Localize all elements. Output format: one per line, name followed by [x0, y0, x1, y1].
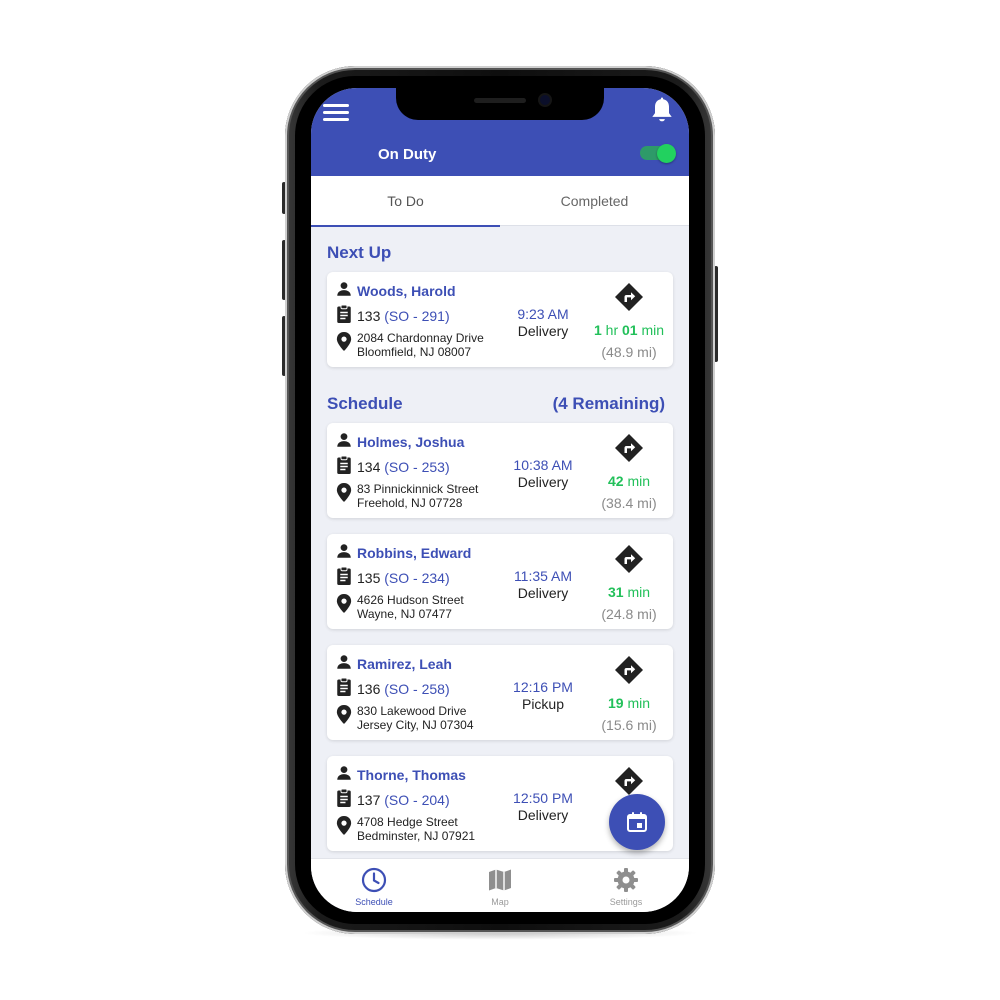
eta: 31 min [607, 584, 651, 600]
directions-icon[interactable] [614, 544, 644, 574]
sales-order-link[interactable]: (SO - 253) [384, 459, 449, 475]
directions-icon[interactable] [614, 282, 644, 312]
order-number: 135 (SO - 234) [357, 570, 450, 586]
gear-icon [614, 868, 638, 892]
location-pin-icon [336, 705, 352, 724]
speaker-grille [474, 98, 526, 103]
map-icon [489, 869, 511, 891]
schedule-title: Schedule [327, 394, 403, 413]
bottom-nav: Schedule Map Settings [311, 858, 689, 912]
tab-to-do-label: To Do [387, 193, 424, 209]
location-pin-icon [336, 332, 352, 351]
address-line1: 4708 Hedge Street [357, 815, 458, 829]
location-pin-icon [336, 816, 352, 835]
directions-icon[interactable] [614, 433, 644, 463]
clipboard-icon [337, 566, 351, 585]
directions-icon[interactable] [614, 766, 644, 796]
appointment-time: 12:50 PM [513, 790, 573, 806]
order-number: 134 (SO - 253) [357, 459, 450, 475]
appointment-type: Pickup [521, 696, 565, 712]
appointment-time: 9:23 AM [517, 306, 569, 322]
order-number: 136 (SO - 258) [357, 681, 450, 697]
schedule-card[interactable]: Ramirez, Leah 136 (SO - 258) 830 Lakewoo… [327, 645, 673, 740]
schedule-card[interactable]: Robbins, Edward 135 (SO - 234) 4626 Huds… [327, 534, 673, 629]
distance: (24.8 mi) [601, 606, 657, 622]
clipboard-icon [337, 304, 351, 323]
appointment-time: 11:35 AM [513, 568, 573, 584]
location-pin-icon [336, 594, 352, 613]
distance: (15.6 mi) [601, 717, 657, 733]
device-notch [396, 88, 604, 120]
address-line1: 83 Pinnickinnick Street [357, 482, 479, 496]
sales-order-link[interactable]: (SO - 204) [384, 792, 449, 808]
sales-order-link[interactable]: (SO - 291) [384, 308, 449, 324]
sales-order-link[interactable]: (SO - 234) [384, 570, 449, 586]
distance: (48.9 mi) [601, 344, 657, 360]
person-icon [337, 655, 351, 669]
address-line2: Bloomfield, NJ 08007 [357, 345, 472, 359]
address-line1: 830 Lakewood Drive [357, 704, 467, 718]
person-icon [337, 766, 351, 780]
hamburger-menu-icon[interactable] [323, 102, 349, 122]
address-line1: 4626 Hudson Street [357, 593, 464, 607]
tab-bar: To Do Completed [311, 176, 689, 227]
remaining-count: (4 Remaining) [552, 394, 665, 413]
clipboard-icon [337, 788, 351, 807]
order-number: 133 (SO - 291) [357, 308, 450, 324]
eta: 19 min [607, 695, 651, 711]
tab-completed[interactable]: Completed [500, 176, 689, 226]
order-number: 137 (SO - 204) [357, 792, 450, 808]
customer-name: Ramirez, Leah [357, 656, 452, 672]
customer-name: Thorne, Thomas [357, 767, 466, 783]
nav-schedule-label: Schedule [355, 897, 393, 907]
nav-map-label: Map [491, 897, 509, 907]
schedule-card[interactable]: Holmes, Joshua 134 (SO - 253) 83 Pinnick… [327, 423, 673, 518]
address-line2: Freehold, NJ 07728 [357, 496, 463, 510]
customer-name: Robbins, Edward [357, 545, 472, 561]
on-duty-label: On Duty [378, 146, 437, 163]
tab-to-do[interactable]: To Do [311, 176, 500, 227]
nav-map[interactable]: Map [437, 859, 563, 912]
nav-settings-label: Settings [609, 897, 643, 907]
next-up-title: Next Up [327, 243, 392, 262]
eta: 42 min [607, 473, 651, 489]
nav-schedule[interactable]: Schedule [311, 859, 437, 912]
customer-name: Woods, Harold [357, 283, 456, 299]
address-line2: Jersey City, NJ 07304 [357, 718, 474, 732]
app-screen: On Duty To Do Completed Next Up Woods, H… [311, 88, 689, 912]
clipboard-icon [337, 677, 351, 696]
on-duty-toggle[interactable] [640, 144, 676, 163]
directions-icon[interactable] [614, 655, 644, 685]
tab-active-indicator [311, 224, 500, 227]
appointment-time: 10:38 AM [513, 457, 573, 473]
calendar-fab-button[interactable] [609, 794, 665, 850]
address-line2: Bedminster, NJ 07921 [357, 829, 476, 843]
appointment-type: Delivery [517, 474, 569, 490]
address-line2: Wayne, NJ 07477 [357, 607, 452, 621]
eta: 1 hr 01 min [593, 322, 665, 338]
person-icon [337, 282, 351, 296]
appointment-type: Delivery [517, 323, 569, 339]
nav-settings[interactable]: Settings [563, 859, 689, 912]
address-line1: 2084 Chardonnay Drive [357, 331, 484, 345]
appointment-type: Delivery [517, 585, 569, 601]
phone-frame: On Duty To Do Completed Next Up Woods, H… [285, 66, 715, 934]
bell-icon[interactable] [649, 97, 675, 125]
sales-order-link[interactable]: (SO - 258) [384, 681, 449, 697]
tab-completed-label: Completed [560, 193, 629, 209]
customer-name: Holmes, Joshua [357, 434, 465, 450]
clipboard-icon [337, 455, 351, 474]
appointment-time: 12:16 PM [513, 679, 573, 695]
calendar-icon [627, 812, 647, 832]
person-icon [337, 433, 351, 447]
distance: (38.4 mi) [601, 495, 657, 511]
person-icon [337, 544, 351, 558]
appointment-type: Delivery [517, 807, 569, 823]
next-up-card[interactable]: Woods, Harold 133 (SO - 291) 2084 Chardo… [327, 272, 673, 367]
front-camera [540, 95, 550, 105]
location-pin-icon [336, 483, 352, 502]
clock-icon [361, 867, 387, 893]
